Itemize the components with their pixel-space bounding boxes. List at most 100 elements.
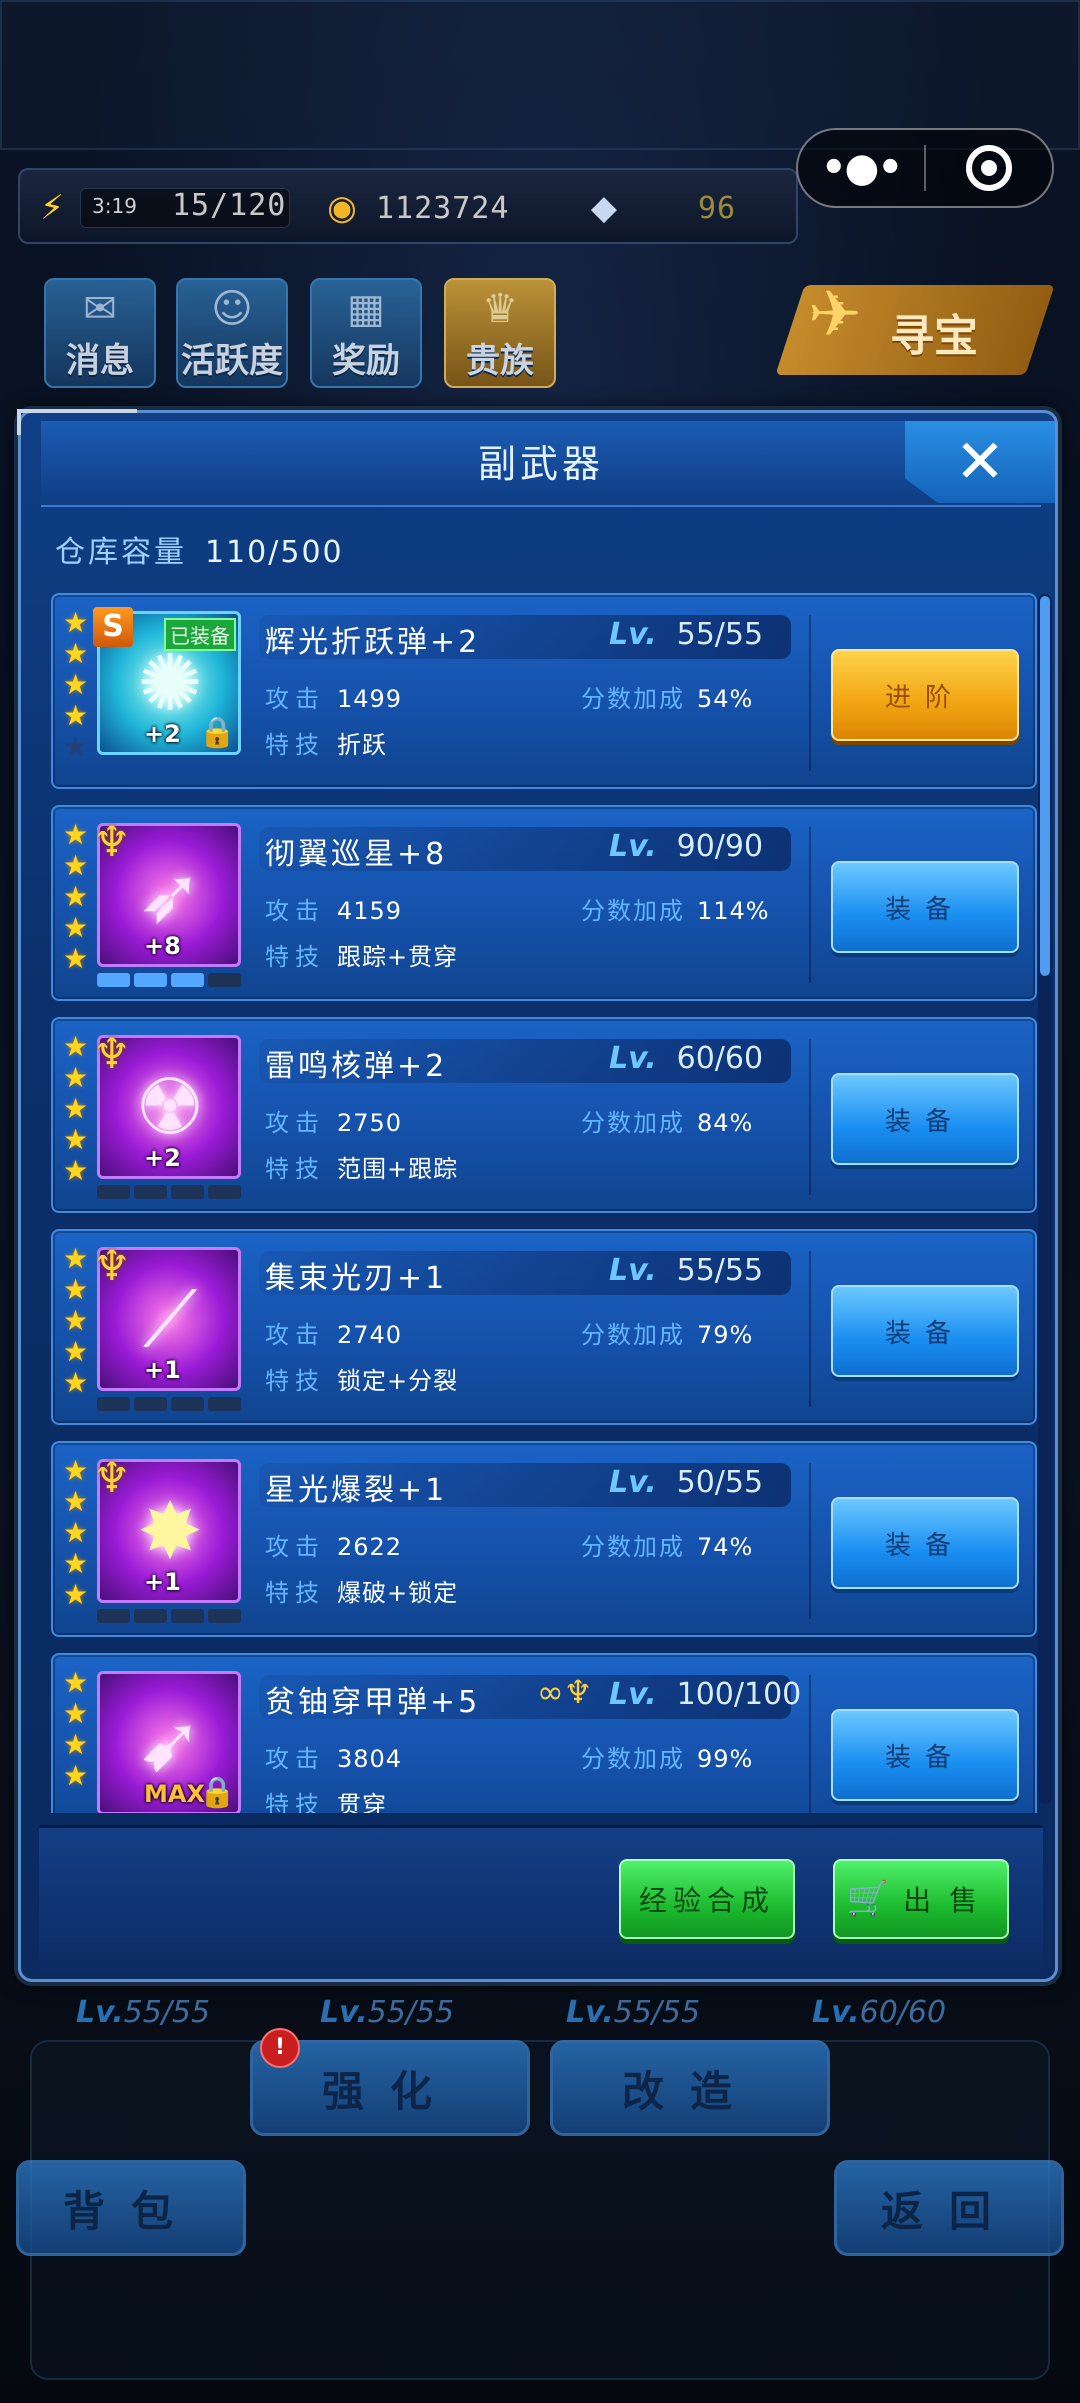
level-prefix: Lv. <box>812 1995 860 2030</box>
level-label: Lv. <box>609 1677 657 1712</box>
attack-stat: 攻击 4159 <box>265 891 402 926</box>
rank-badge: S <box>93 607 133 647</box>
diamonds-resource[interactable]: ◆ 96 <box>580 180 790 236</box>
score-bonus-label: 分数加成 <box>581 1321 685 1349</box>
crest-icon: ♆ <box>93 1241 131 1290</box>
star-icon: ★ <box>63 880 89 913</box>
score-bonus-value: 74% <box>697 1533 754 1561</box>
exp-merge-button[interactable]: 经验合成 <box>619 1859 795 1939</box>
score-bonus-value: 54% <box>697 685 754 713</box>
crest-icon: ♆ <box>93 1029 131 1078</box>
coins-value: 1123724 <box>376 190 510 226</box>
star-icon: ★ <box>63 1697 89 1730</box>
rewards-button[interactable]: ▦ 奖励 <box>310 278 422 388</box>
weapon-thumbnail[interactable]: ➹ MAX 🔒 <box>97 1671 241 1813</box>
equip-button[interactable]: 装备 <box>831 1709 1019 1801</box>
coins-resource[interactable]: ◉ 1123724 <box>318 180 568 236</box>
star-icon: ★ <box>63 730 89 763</box>
level-value: 60/60 <box>676 1041 764 1076</box>
messages-button[interactable]: ✉ 消息 <box>44 278 156 388</box>
skill-label: 特技 <box>265 1155 325 1183</box>
noble-button[interactable]: ♛ 贵族 <box>444 278 556 388</box>
blade-missile-icon: ➶ <box>137 851 203 941</box>
star-icon: ★ <box>63 1759 89 1792</box>
skill-stat: 特技 爆破+锁定 <box>265 1573 458 1608</box>
weapon-level: Lv. 55/55 <box>609 1253 763 1288</box>
attack-stat: 攻击 1499 <box>265 679 402 714</box>
level-value: 55/55 <box>676 1253 764 1288</box>
close-button[interactable]: ✕ <box>905 421 1055 503</box>
equip-button[interactable]: 装备 <box>831 1285 1019 1377</box>
weapon-list[interactable]: ★ ★ ★ ★ ★ ✺ 已装备 +2 🔒 S 辉光折跃弹+2 Lv. 55/55 攻击 14… <box>51 591 1051 1813</box>
attack-stat: 攻击 2740 <box>265 1315 402 1350</box>
more-icon[interactable]: •●• <box>798 145 924 191</box>
star-icon: ★ <box>63 1273 89 1306</box>
starburst-icon: ✸ <box>137 1487 203 1577</box>
weapon-card[interactable]: ★ ★ ★ ★ ★ ✸ +1 ♆ 星光爆裂+1 Lv. 50/55 攻击 2622 分数加成… <box>51 1441 1037 1637</box>
star-rating: ★ ★ ★ ★ ★ <box>63 1243 93 1398</box>
level-label: Lv. <box>609 1253 657 1288</box>
star-icon: ★ <box>63 668 89 701</box>
star-icon: ★ <box>63 1304 89 1337</box>
star-icon: ★ <box>63 637 89 670</box>
capacity-label: 仓库容量 <box>55 535 187 570</box>
score-bonus-label: 分数加成 <box>581 1109 685 1137</box>
enhance-level: +8 <box>144 932 181 960</box>
card-divider <box>809 1251 811 1407</box>
level-value: 55/55 <box>676 617 764 652</box>
skill-label: 特技 <box>265 1791 325 1813</box>
smile-badge-icon: ☺ <box>211 286 253 332</box>
card-divider <box>809 1039 811 1195</box>
attack-value: 4159 <box>337 897 403 925</box>
sell-button[interactable]: 🛒 出售 <box>833 1859 1009 1939</box>
score-bonus-stat: 分数加成 74% <box>581 1527 753 1562</box>
score-bonus-stat: 分数加成 54% <box>581 679 753 714</box>
energy-resource[interactable]: ⚡ 3:19 15/120 <box>28 180 298 236</box>
star-icon: ★ <box>63 1516 89 1549</box>
energy-value: 15/120 <box>172 188 287 223</box>
enhance-level: +2 <box>144 1144 181 1172</box>
equip-button[interactable]: 装备 <box>831 1073 1019 1165</box>
equip-button[interactable]: 装备 <box>831 1497 1019 1589</box>
advance-button[interactable]: 进阶 <box>831 649 1019 741</box>
cart-icon: 🛒 <box>846 1879 890 1919</box>
skill-label: 特技 <box>265 1367 325 1395</box>
weapon-card[interactable]: ★ ★ ★ ★ ➹ MAX 🔒 贫铀穿甲弹+5 ∞♆ Lv. 100/100 攻击 380… <box>51 1653 1037 1813</box>
upgrade-pips <box>97 973 241 987</box>
weapon-card[interactable]: ★ ★ ★ ★ ★ ✺ 已装备 +2 🔒 S 辉光折跃弹+2 Lv. 55/55 攻击 14… <box>51 593 1037 789</box>
skill-value: 跟踪+贯穿 <box>337 943 459 971</box>
level-prefix: Lv. <box>76 1995 124 2030</box>
skill-value: 折跃 <box>337 731 387 759</box>
star-icon: ★ <box>63 818 89 851</box>
skill-label: 特技 <box>265 1579 325 1607</box>
weapon-name: 集束光刃+1 <box>265 1261 448 1296</box>
score-bonus-value: 99% <box>697 1745 754 1773</box>
attack-stat: 攻击 3804 <box>265 1739 402 1774</box>
modify-button[interactable]: 改造 <box>550 2040 830 2136</box>
weapon-card[interactable]: ★ ★ ★ ★ ★ ➶ +8 ♆ 彻翼巡星+8 Lv. 90/90 攻击 4159 分数加成… <box>51 805 1037 1001</box>
nuke-missile-icon: ☢ <box>135 1063 205 1153</box>
attack-label: 攻击 <box>265 685 325 713</box>
exit-miniprogram-button[interactable] <box>926 145 1052 191</box>
miniprogram-capsule: •●• <box>796 128 1054 208</box>
weapon-card[interactable]: ★ ★ ★ ★ ★ ⟋ +1 ♆ 集束光刃+1 Lv. 55/55 攻击 2740 分数加成… <box>51 1229 1037 1425</box>
star-icon: ★ <box>63 1578 89 1611</box>
weapon-card[interactable]: ★ ★ ★ ★ ★ ☢ +2 ♆ 雷鸣核弹+2 Lv. 60/60 攻击 2750 分数加成… <box>51 1017 1037 1213</box>
star-icon: ★ <box>63 606 89 639</box>
bag-button[interactable]: 背包 <box>16 2160 246 2256</box>
attack-value: 2622 <box>337 1533 403 1561</box>
skill-stat: 特技 跟踪+贯穿 <box>265 937 458 972</box>
attack-label: 攻击 <box>265 1745 325 1773</box>
card-divider <box>809 827 811 983</box>
attack-value: 2740 <box>337 1321 403 1349</box>
level-value: 55/55 <box>613 1995 701 2030</box>
score-bonus-stat: 分数加成 99% <box>581 1739 753 1774</box>
activity-label: 活跃度 <box>181 341 283 381</box>
score-bonus-label: 分数加成 <box>581 685 685 713</box>
equip-button[interactable]: 装备 <box>831 861 1019 953</box>
activity-button[interactable]: ☺ 活跃度 <box>176 278 288 388</box>
card-divider <box>809 1463 811 1619</box>
crest-icon: ♆ <box>93 1453 131 1502</box>
back-button[interactable]: 返回 <box>834 2160 1064 2256</box>
scrollbar-thumb[interactable] <box>1040 596 1050 976</box>
